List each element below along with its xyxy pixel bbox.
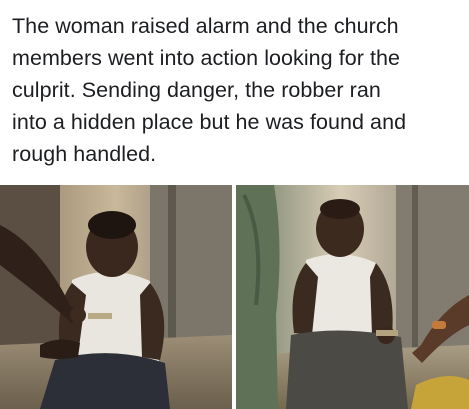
caption-line: into a hidden place but he was found and	[12, 110, 407, 134]
caption-line: The woman raised alarm and the church	[12, 14, 399, 38]
caption-line: members went into action looking for the	[12, 46, 401, 70]
photo-man-in-corner	[236, 185, 469, 409]
post-photo-right[interactable]	[236, 185, 469, 409]
caption-line: rough handled.	[12, 142, 157, 166]
photo-man-restrained	[0, 185, 232, 409]
post-photo-left[interactable]	[0, 185, 232, 409]
caption-line: culprit. Sending danger, the robber ran	[12, 78, 381, 102]
post-caption: The woman raised alarm and the church me…	[12, 10, 462, 170]
facebook-post: The woman raised alarm and the church me…	[0, 0, 469, 409]
